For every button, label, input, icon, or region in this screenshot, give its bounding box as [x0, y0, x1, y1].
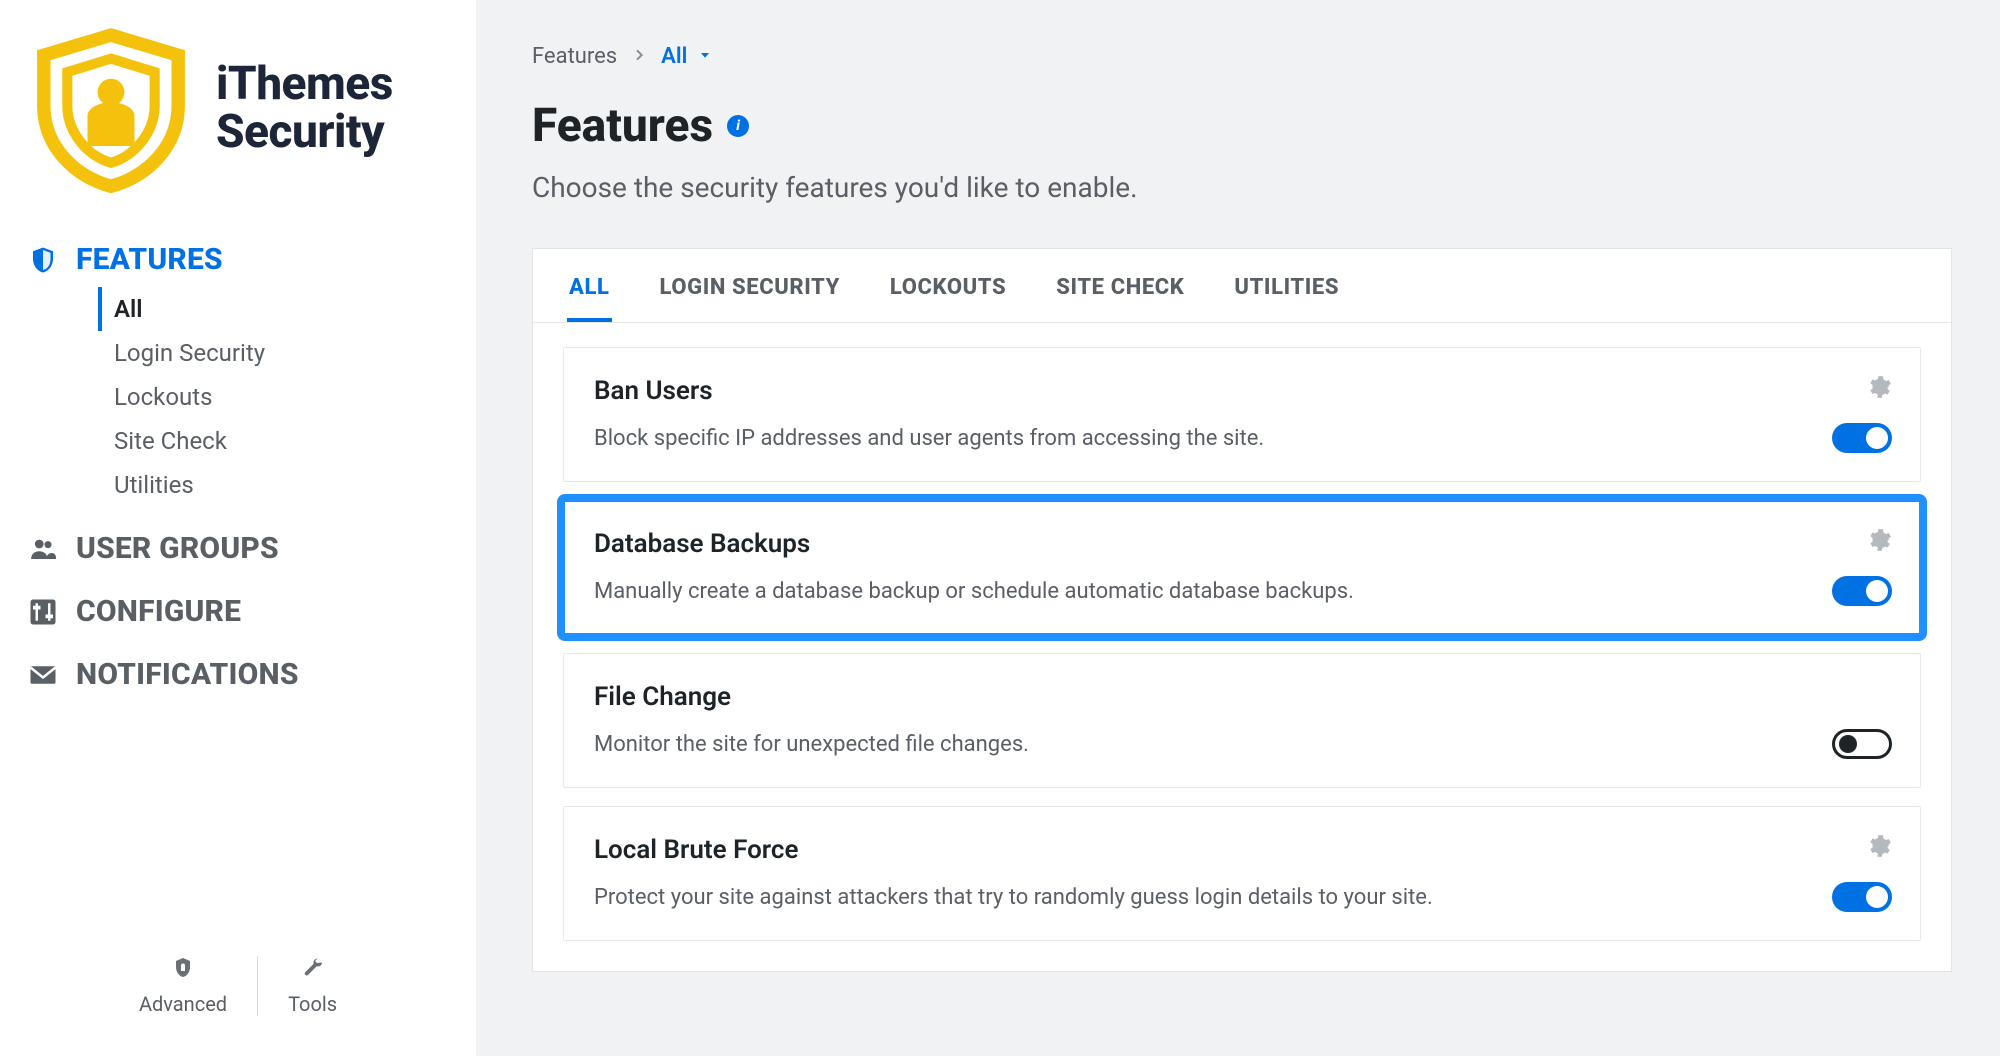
- features-subnav: All Login Security Lockouts Site Check U…: [98, 287, 452, 507]
- sidebar-nav: FEATURES All Login Security Lockouts Sit…: [24, 228, 452, 706]
- tab-utilities[interactable]: UTILITIES: [1232, 265, 1341, 322]
- feature-tabs: ALL LOGIN SECURITY LOCKOUTS SITE CHECK U…: [533, 249, 1951, 323]
- feature-cards: Ban Users Block specific IP addresses an…: [533, 323, 1951, 971]
- mail-icon: [28, 660, 58, 690]
- wrench-icon: [301, 956, 325, 984]
- page-title: Features: [532, 99, 713, 153]
- breadcrumb-root[interactable]: Features: [532, 44, 617, 69]
- advanced-link[interactable]: Advanced: [139, 956, 227, 1016]
- feature-title: Ban Users: [594, 376, 1890, 406]
- sidebar-item-configure[interactable]: CONFIGURE: [24, 580, 452, 643]
- subnav-lockouts[interactable]: Lockouts: [98, 375, 452, 419]
- feature-toggle[interactable]: [1832, 423, 1892, 453]
- feature-card-local-brute-force: Local Brute Force Protect your site agai…: [563, 806, 1921, 941]
- gear-icon[interactable]: [1866, 374, 1892, 404]
- breadcrumb: Features All: [532, 44, 1952, 69]
- feature-description: Protect your site against attackers that…: [594, 885, 1890, 910]
- features-panel: ALL LOGIN SECURITY LOCKOUTS SITE CHECK U…: [532, 248, 1952, 972]
- brand: iThemes Security: [24, 20, 452, 222]
- brand-shield-icon: [26, 24, 196, 194]
- breadcrumb-current-label: All: [661, 44, 687, 69]
- chevron-right-icon: [631, 44, 647, 69]
- advanced-label: Advanced: [139, 992, 227, 1016]
- gear-icon[interactable]: [1866, 833, 1892, 863]
- feature-title: File Change: [594, 682, 1890, 712]
- sidebar-item-user-groups[interactable]: USER GROUPS: [24, 517, 452, 580]
- sidebar-item-label: USER GROUPS: [76, 531, 279, 566]
- feature-card-file-change: File Change Monitor the site for unexpec…: [563, 653, 1921, 788]
- feature-description: Block specific IP addresses and user age…: [594, 426, 1890, 451]
- brand-line2: Security: [216, 109, 393, 157]
- subnav-login-security[interactable]: Login Security: [98, 331, 452, 375]
- subnav-site-check[interactable]: Site Check: [98, 419, 452, 463]
- main-content: Features All Features i Choose the secur…: [476, 0, 2000, 1056]
- sidebar: iThemes Security FEATURES All Login Secu…: [0, 0, 476, 1056]
- sidebar-item-features[interactable]: FEATURES: [24, 228, 452, 291]
- info-icon[interactable]: i: [727, 115, 749, 137]
- gear-icon[interactable]: [1866, 527, 1892, 557]
- feature-toggle[interactable]: [1832, 882, 1892, 912]
- tab-all[interactable]: ALL: [567, 265, 612, 322]
- users-icon: [28, 534, 58, 564]
- sliders-icon: [28, 597, 58, 627]
- tab-login-security[interactable]: LOGIN SECURITY: [658, 265, 842, 322]
- feature-card-ban-users: Ban Users Block specific IP addresses an…: [563, 347, 1921, 482]
- feature-card-database-backups: Database Backups Manually create a datab…: [563, 500, 1921, 635]
- tools-label: Tools: [288, 992, 337, 1016]
- sidebar-item-label: NOTIFICATIONS: [76, 657, 299, 692]
- sidebar-item-label: CONFIGURE: [76, 594, 241, 629]
- page-description: Choose the security features you'd like …: [532, 171, 1952, 204]
- sidebar-bottom-tools: Advanced Tools: [24, 934, 452, 1056]
- caret-down-icon: [697, 44, 713, 69]
- feature-description: Monitor the site for unexpected file cha…: [594, 732, 1890, 757]
- subnav-utilities[interactable]: Utilities: [98, 463, 452, 507]
- feature-description: Manually create a database backup or sch…: [594, 579, 1890, 604]
- subnav-all[interactable]: All: [98, 287, 452, 331]
- tab-lockouts[interactable]: LOCKOUTS: [888, 265, 1008, 322]
- sidebar-item-notifications[interactable]: NOTIFICATIONS: [24, 643, 452, 706]
- brand-line1: iThemes: [216, 61, 393, 109]
- feature-toggle[interactable]: [1832, 729, 1892, 759]
- shield-lock-icon: [171, 956, 195, 984]
- feature-toggle[interactable]: [1832, 576, 1892, 606]
- breadcrumb-current[interactable]: All: [661, 44, 713, 69]
- feature-title: Local Brute Force: [594, 835, 1890, 865]
- tab-site-check[interactable]: SITE CHECK: [1054, 265, 1186, 322]
- tools-link[interactable]: Tools: [288, 956, 337, 1016]
- sidebar-item-label: FEATURES: [76, 242, 223, 277]
- feature-title: Database Backups: [594, 529, 1890, 559]
- bottom-separator: [257, 956, 258, 1016]
- shield-icon: [28, 245, 58, 275]
